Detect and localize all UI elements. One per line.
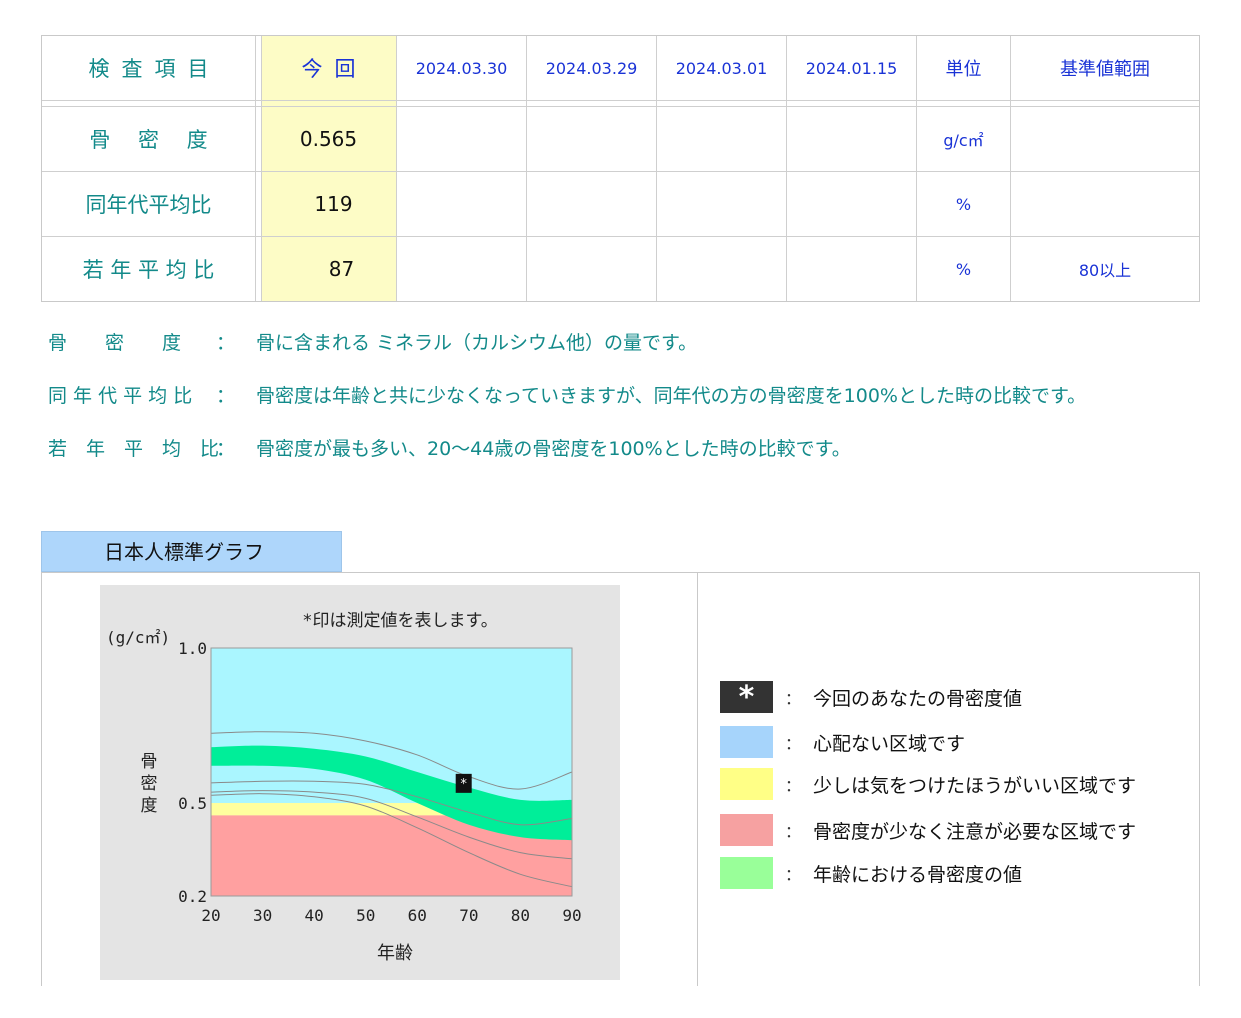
explanation-bone-density: 骨 密 度 ： 骨に含まれる ミネラル（カルシウム他）の量です。 bbox=[48, 328, 697, 355]
legend-item-caution: ： 少しは気をつけたほうがいい区域です bbox=[720, 768, 1136, 800]
explanation-text: 骨密度が最も多い、20〜44歳の骨密度を100%とした時の比較です。 bbox=[256, 438, 851, 460]
y-tick-label: 0.5 bbox=[178, 794, 207, 813]
explanation-colon: ： bbox=[216, 438, 236, 460]
row-reference-age-match bbox=[1011, 172, 1199, 236]
explanation-colon: ： bbox=[216, 332, 236, 354]
x-tick-label: 30 bbox=[253, 906, 272, 925]
legend-text: 少しは気をつけたほうがいい区域です bbox=[813, 774, 1137, 797]
legend-text: 心配ない区域です bbox=[813, 732, 966, 755]
legend-item-age-range: ： 年齢における骨密度の値 bbox=[720, 857, 1022, 889]
legend-colon: ： bbox=[784, 689, 801, 708]
legend-swatch-age-range bbox=[720, 857, 773, 889]
x-tick-label: 40 bbox=[305, 906, 324, 925]
row-reference-bone-density bbox=[1011, 107, 1199, 171]
row-value-young-adult: 87 bbox=[328, 257, 355, 281]
row-label-young-adult: 若 年 平 均 比 bbox=[82, 258, 215, 282]
chart-note: *印は測定値を表します。 bbox=[302, 611, 498, 631]
explanation-term: 若 年 平 均 比 bbox=[48, 438, 220, 460]
explanation-age-match: 同 年 代 平 均 比 ： 骨密度は年齢と共に少なくなっていきますが、同年代の方の骨… bbox=[48, 381, 1086, 408]
row-value-age-match: 119 bbox=[314, 192, 353, 216]
header-unit: 単位 bbox=[945, 59, 982, 80]
y-tick-label: 1.0 bbox=[178, 639, 207, 658]
x-tick-label: 90 bbox=[562, 906, 581, 925]
legend-swatch-warning bbox=[720, 814, 773, 846]
x-tick-label: 50 bbox=[356, 906, 375, 925]
legend-text: 今回のあなたの骨密度値 bbox=[813, 687, 1023, 710]
row-reference-young-adult: 80以上 bbox=[1078, 261, 1132, 280]
legend-text: 骨密度が少なく注意が必要な区域です bbox=[813, 820, 1137, 843]
header-reference: 基準値範囲 bbox=[1060, 59, 1150, 80]
measured-marker-label: * bbox=[460, 777, 468, 792]
row-unit-bone-density: g/c㎡ bbox=[943, 131, 984, 150]
x-tick-label: 80 bbox=[511, 906, 530, 925]
row-label-age-match: 同年代平均比 bbox=[85, 193, 212, 217]
header-date-2: 2024.03.29 bbox=[545, 58, 638, 78]
legend-item-safe: ： 心配ない区域です bbox=[720, 726, 965, 758]
row-value-bone-density: 0.565 bbox=[299, 127, 358, 151]
legend-colon: ： bbox=[784, 734, 801, 753]
chart-unit-label: (g/c㎡) bbox=[106, 628, 170, 647]
legend-swatch-caution bbox=[720, 768, 773, 800]
explanation-young-adult: 若 年 平 均 比： 骨密度が最も多い、20〜44歳の骨密度を100%とした時の比… bbox=[48, 434, 851, 461]
legend-swatch-safe bbox=[720, 726, 773, 758]
chart-svg: *20 30 40 50 60 70 80 901.00.50.2 *印は測定値を表します。 … bbox=[106, 611, 582, 964]
x-tick-label: 70 bbox=[459, 906, 478, 925]
legend-item-measured: * ： 今回のあなたの骨密度値 bbox=[720, 679, 1023, 715]
y-axis-label-char: 密 bbox=[141, 774, 158, 794]
legend-item-warning: ： 骨密度が少なく注意が必要な区域です bbox=[720, 814, 1136, 846]
y-axis-label-char: 度 bbox=[141, 796, 158, 816]
column-divider bbox=[255, 36, 256, 301]
asterisk-icon: * bbox=[738, 679, 755, 715]
header-date-4: 2024.01.15 bbox=[805, 58, 898, 78]
header-date-1: 2024.03.30 bbox=[415, 58, 508, 78]
explanation-term: 同 年 代 平 均 比 bbox=[48, 385, 193, 407]
legend-colon: ： bbox=[784, 865, 801, 884]
chart-x-label: 年齢 bbox=[377, 943, 413, 964]
explanation-colon: ： bbox=[216, 385, 236, 407]
graph-divider bbox=[697, 573, 698, 986]
explanation-text: 骨に含まれる ミネラル（カルシウム他）の量です。 bbox=[256, 332, 698, 354]
legend-colon: ： bbox=[784, 776, 801, 795]
row-unit-age-match: % bbox=[955, 194, 972, 214]
legend-text: 年齢における骨密度の値 bbox=[813, 863, 1023, 886]
graph-section-title: 日本人標準グラフ bbox=[41, 531, 342, 572]
x-tick-label: 20 bbox=[201, 906, 220, 925]
y-axis-label-char: 骨 bbox=[141, 752, 158, 772]
header-item: 検査項目 bbox=[88, 57, 221, 81]
row-label-bone-density: 骨 密 度 bbox=[89, 128, 208, 152]
legend-colon: ： bbox=[784, 822, 801, 841]
y-tick-label: 0.2 bbox=[178, 887, 207, 906]
explanation-text: 骨密度は年齢と共に少なくなっていきますが、同年代の方の骨密度を100%とした時の… bbox=[256, 385, 1087, 407]
row-unit-young-adult: % bbox=[955, 259, 972, 279]
explanation-term: 骨 密 度 bbox=[48, 332, 182, 354]
header-current: 今回 bbox=[301, 57, 368, 81]
results-table: 検査項目 今回 2024.03.30 2024.03.29 2024.03.01… bbox=[41, 35, 1200, 302]
x-tick-label: 60 bbox=[408, 906, 427, 925]
header-divider bbox=[42, 100, 1199, 101]
legend-swatch-measured: * bbox=[720, 679, 773, 715]
header-date-3: 2024.03.01 bbox=[675, 58, 768, 78]
bone-density-chart: * 20 30 40 50 60 70 80 90 1.0 0.5 0.2 *印は測定値を表します。 … bbox=[100, 585, 620, 980]
